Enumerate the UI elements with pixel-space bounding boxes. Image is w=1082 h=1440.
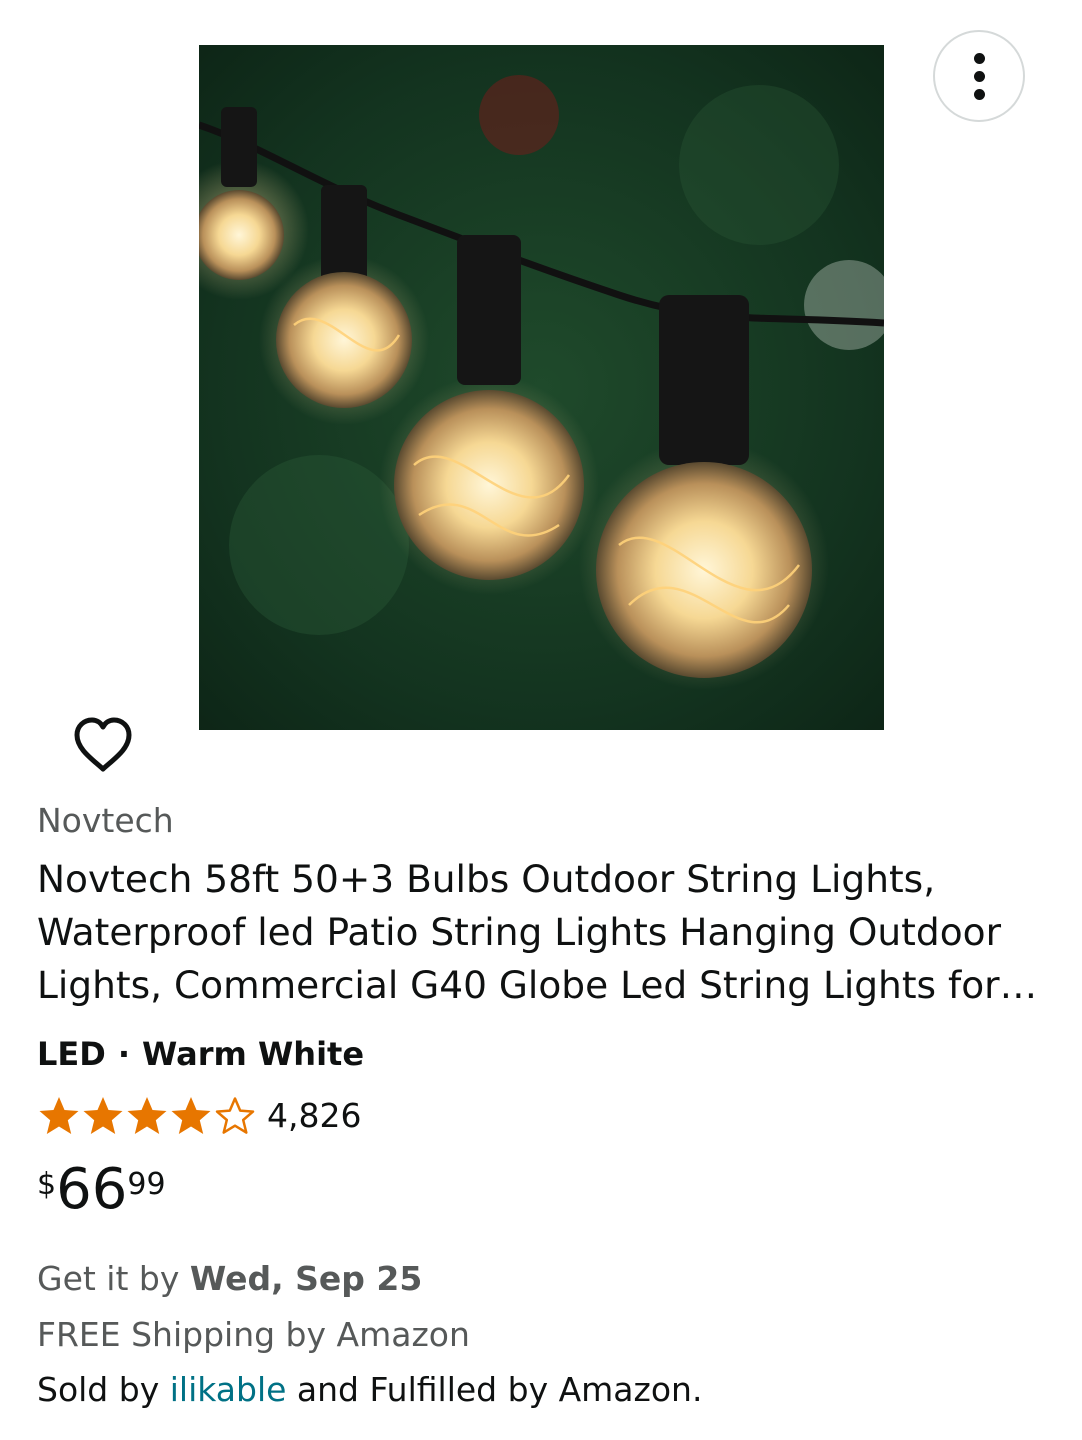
- more-vertical-icon: [973, 52, 985, 64]
- star-icon: [83, 1097, 123, 1134]
- rating-count: 4,826: [267, 1096, 362, 1135]
- variant-type: LED: [37, 1035, 106, 1073]
- delivery-prefix: Get it by: [37, 1259, 180, 1298]
- seller-link[interactable]: ilikable: [170, 1370, 287, 1409]
- product-image[interactable]: [199, 45, 884, 730]
- price-fraction: 99: [127, 1167, 166, 1202]
- seller-suffix: and Fulfilled by Amazon.: [296, 1370, 703, 1409]
- product-variant: LED · Warm White: [37, 1033, 364, 1075]
- star-icon: [171, 1097, 211, 1134]
- product-rating[interactable]: 4,826: [37, 1093, 361, 1139]
- star-outline-icon: [215, 1097, 255, 1134]
- seller-prefix: Sold by: [37, 1370, 160, 1409]
- variant-color: Warm White: [141, 1035, 365, 1073]
- delivery-estimate: Get it by Wed, Sep 25: [37, 1258, 422, 1300]
- price-symbol: $: [37, 1167, 57, 1202]
- wishlist-button[interactable]: [72, 716, 134, 774]
- product-price: $6699: [37, 1162, 166, 1218]
- delivery-date: Wed, Sep 25: [189, 1259, 423, 1298]
- heart-outline-icon: [74, 717, 132, 772]
- product-brand: Novtech: [37, 801, 174, 840]
- product-title[interactable]: Novtech 58ft 50+3 Bulbs Outdoor String L…: [37, 853, 1052, 1012]
- seller-info: Sold by ilikable and Fulfilled by Amazon…: [37, 1369, 702, 1411]
- string-lights-photo: [199, 45, 884, 730]
- price-whole: 66: [56, 1157, 128, 1222]
- shipping-info: FREE Shipping by Amazon: [37, 1315, 470, 1354]
- more-options-button[interactable]: [933, 30, 1025, 122]
- star-icon: [39, 1097, 79, 1134]
- variant-separator: ·: [117, 1035, 130, 1073]
- star-rating: [37, 1095, 257, 1137]
- star-icon: [127, 1097, 167, 1134]
